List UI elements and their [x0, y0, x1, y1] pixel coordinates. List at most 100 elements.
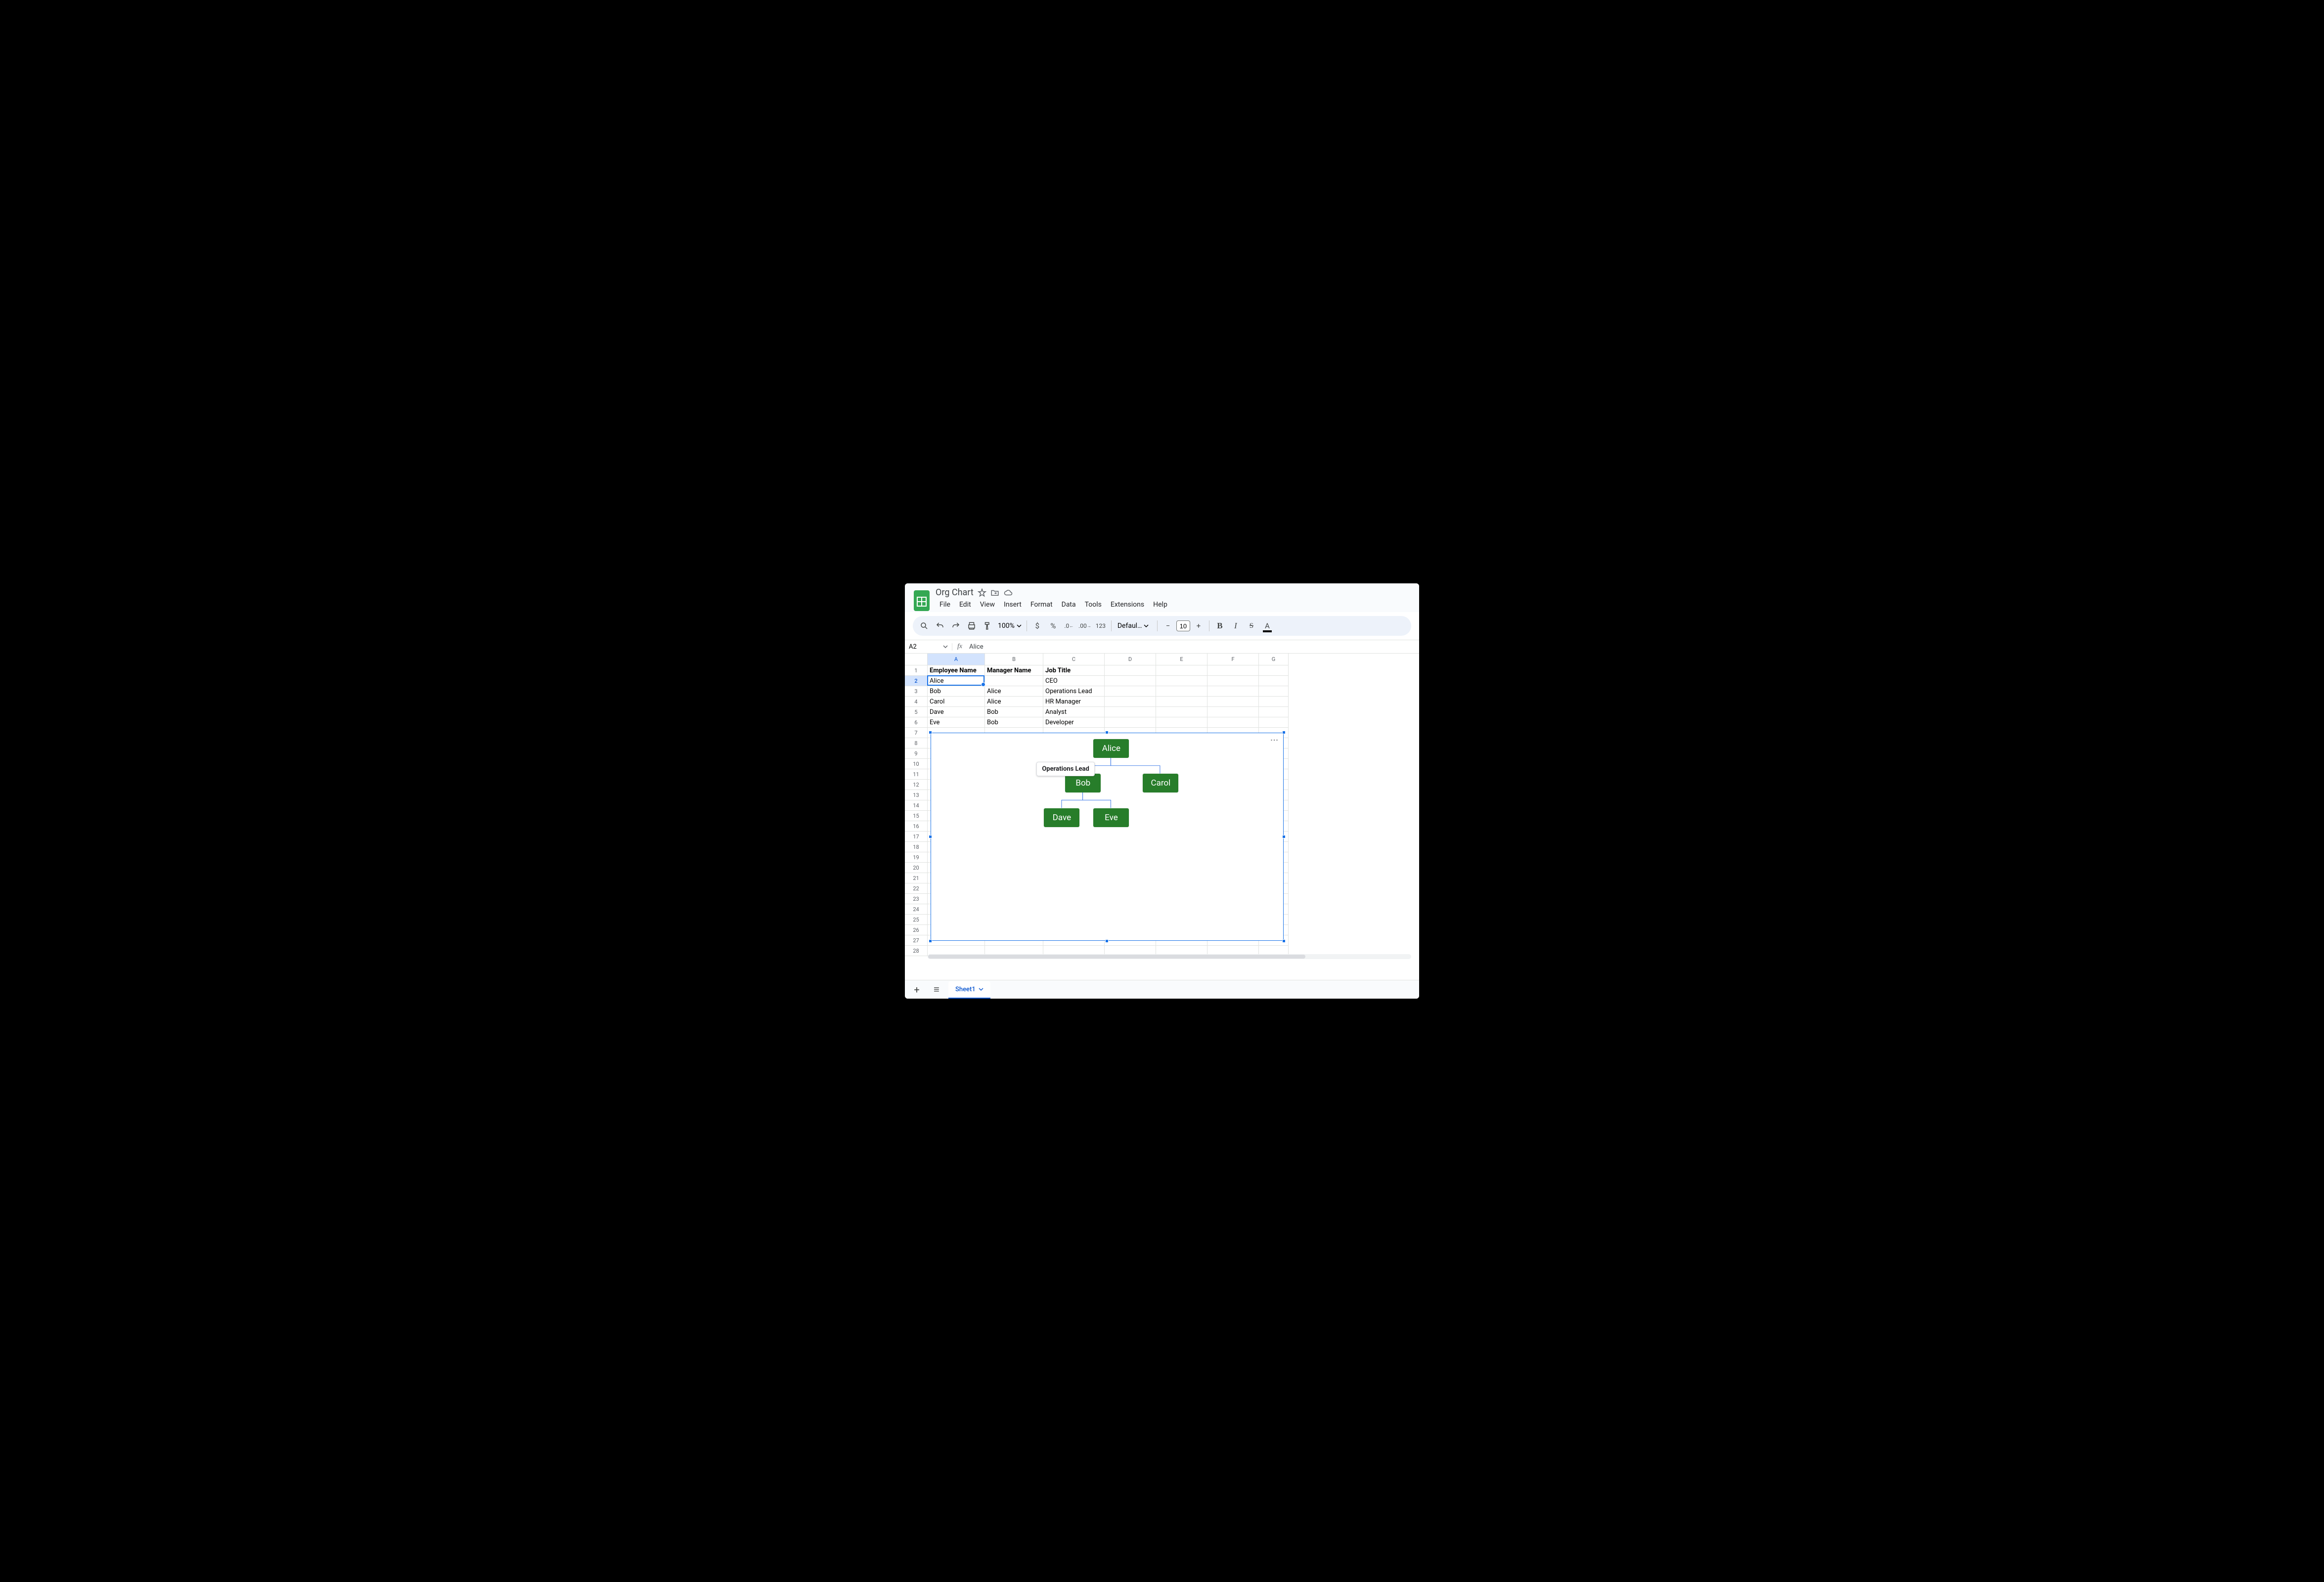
row-header[interactable]: 2	[905, 676, 928, 686]
cell[interactable]	[1259, 697, 1289, 707]
search-icon[interactable]	[917, 618, 932, 633]
column-header[interactable]: F	[1207, 654, 1259, 665]
cell[interactable]	[1105, 686, 1156, 697]
cell[interactable]	[1156, 676, 1207, 686]
font-select[interactable]: Defaul…	[1115, 622, 1154, 630]
cell[interactable]: Job Title	[1043, 665, 1105, 676]
row-header[interactable]: 20	[905, 863, 928, 873]
select-all-corner[interactable]	[905, 654, 928, 665]
decrease-fontsize-button[interactable]: −	[1161, 618, 1175, 633]
italic-button[interactable]: I	[1228, 618, 1243, 633]
bold-button[interactable]: B	[1212, 618, 1227, 633]
name-box[interactable]: A2	[905, 643, 952, 651]
cell[interactable]	[1207, 707, 1259, 717]
menu-extensions[interactable]: Extensions	[1107, 599, 1148, 611]
column-header[interactable]: A	[928, 654, 985, 665]
cell[interactable]	[1207, 717, 1259, 728]
cell[interactable]: Operations Lead	[1043, 686, 1105, 697]
row-header[interactable]: 4	[905, 697, 928, 707]
cell[interactable]: Alice	[985, 686, 1043, 697]
spreadsheet-grid[interactable]: ABCDEFG 1Employee NameManager NameJob Ti…	[905, 654, 1419, 980]
cell[interactable]	[1207, 697, 1259, 707]
cell[interactable]: Bob	[985, 717, 1043, 728]
row-header[interactable]: 13	[905, 790, 928, 800]
menu-edit[interactable]: Edit	[955, 599, 975, 611]
org-node[interactable]: Carol	[1143, 774, 1178, 792]
cell[interactable]	[1207, 676, 1259, 686]
org-node[interactable]: Bob	[1065, 774, 1101, 792]
cell[interactable]: Carol	[928, 697, 985, 707]
row-header[interactable]: 23	[905, 894, 928, 904]
cell[interactable]	[1259, 686, 1289, 697]
row-header[interactable]: 25	[905, 915, 928, 925]
cell[interactable]	[1156, 665, 1207, 676]
row-header[interactable]: 14	[905, 800, 928, 811]
org-node[interactable]: Eve	[1093, 808, 1129, 827]
zoom-select[interactable]: 100%	[996, 622, 1024, 630]
menu-data[interactable]: Data	[1058, 599, 1080, 611]
font-size-input[interactable]	[1176, 620, 1190, 631]
cell[interactable]: Analyst	[1043, 707, 1105, 717]
row-header[interactable]: 15	[905, 811, 928, 821]
menu-help[interactable]: Help	[1149, 599, 1171, 611]
undo-icon[interactable]	[933, 618, 947, 633]
row-header[interactable]: 7	[905, 728, 928, 738]
cell[interactable]	[1259, 707, 1289, 717]
cell[interactable]	[1259, 676, 1289, 686]
more-formats-icon[interactable]: 123	[1093, 618, 1108, 633]
increase-decimal-icon[interactable]: .00→	[1077, 618, 1092, 633]
row-header[interactable]: 17	[905, 832, 928, 842]
menu-format[interactable]: Format	[1027, 599, 1057, 611]
column-header[interactable]: E	[1156, 654, 1207, 665]
cell[interactable]: Manager Name	[985, 665, 1043, 676]
add-sheet-button[interactable]: +	[909, 982, 925, 998]
row-header[interactable]: 1	[905, 665, 928, 676]
increase-fontsize-button[interactable]: +	[1191, 618, 1206, 633]
cell[interactable]	[1105, 676, 1156, 686]
percent-icon[interactable]: %	[1046, 618, 1061, 633]
cell[interactable]: Eve	[928, 717, 985, 728]
chart-more-icon[interactable]: ⋮	[1270, 736, 1279, 743]
cell[interactable]	[1259, 717, 1289, 728]
row-header[interactable]: 3	[905, 686, 928, 697]
cell[interactable]	[1105, 717, 1156, 728]
row-header[interactable]: 26	[905, 925, 928, 935]
row-header[interactable]: 9	[905, 748, 928, 759]
cell[interactable]	[1156, 707, 1207, 717]
strikethrough-button[interactable]: S	[1244, 618, 1259, 633]
org-chart-embed[interactable]: ⋮ AliceBobCarolDaveEveOperations Lead	[931, 733, 1284, 941]
column-header[interactable]: D	[1105, 654, 1156, 665]
cell[interactable]	[1156, 717, 1207, 728]
column-header[interactable]: B	[985, 654, 1043, 665]
row-header[interactable]: 18	[905, 842, 928, 852]
decrease-decimal-icon[interactable]: .0←	[1062, 618, 1076, 633]
menu-tools[interactable]: Tools	[1081, 599, 1106, 611]
cell[interactable]	[1105, 665, 1156, 676]
menu-insert[interactable]: Insert	[1000, 599, 1026, 611]
sheet-tab[interactable]: Sheet1	[948, 981, 990, 999]
move-folder-icon[interactable]	[990, 588, 999, 597]
row-header[interactable]: 8	[905, 738, 928, 748]
column-header[interactable]: G	[1259, 654, 1289, 665]
cell[interactable]: Alice	[928, 676, 985, 686]
row-header[interactable]: 11	[905, 769, 928, 780]
cell[interactable]	[1207, 686, 1259, 697]
cell[interactable]: Bob	[985, 707, 1043, 717]
menu-file[interactable]: File	[936, 599, 954, 611]
horizontal-scrollbar[interactable]	[928, 954, 1411, 959]
row-header[interactable]: 10	[905, 759, 928, 769]
all-sheets-button[interactable]: ≡	[929, 982, 944, 998]
cell[interactable]	[1105, 707, 1156, 717]
org-node[interactable]: Dave	[1044, 808, 1079, 827]
cell[interactable]: CEO	[1043, 676, 1105, 686]
row-header[interactable]: 16	[905, 821, 928, 832]
cloud-status-icon[interactable]	[1003, 588, 1013, 597]
row-header[interactable]: 24	[905, 904, 928, 915]
row-header[interactable]: 19	[905, 852, 928, 863]
cell[interactable]: Developer	[1043, 717, 1105, 728]
cell[interactable]	[1207, 665, 1259, 676]
cell[interactable]: Bob	[928, 686, 985, 697]
menu-view[interactable]: View	[976, 599, 999, 611]
row-header[interactable]: 21	[905, 873, 928, 883]
cell[interactable]	[985, 676, 1043, 686]
